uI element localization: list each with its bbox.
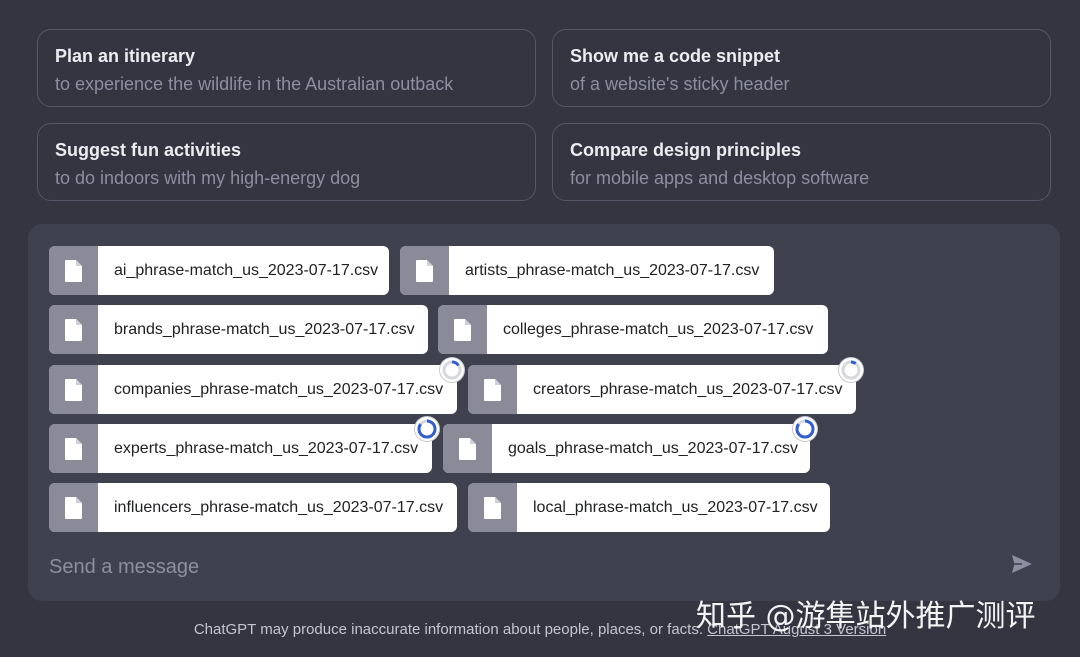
- file-name: creators_phrase-match_us_2023-07-17.csv: [533, 380, 843, 398]
- file-name: ai_phrase-match_us_2023-07-17.csv: [114, 261, 379, 279]
- message-input[interactable]: [49, 552, 949, 582]
- file-attachment[interactable]: influencers_phrase-match_us_2023-07-17.c…: [49, 483, 457, 532]
- suggestion-card-itinerary[interactable]: Plan an itinerary to experience the wild…: [37, 29, 536, 107]
- suggestion-card-design[interactable]: Compare design principles for mobile app…: [552, 123, 1051, 201]
- suggestion-subtitle: to experience the wildlife in the Austra…: [55, 74, 454, 94]
- file-icon: [443, 424, 492, 473]
- file-name: brands_phrase-match_us_2023-07-17.csv: [114, 320, 415, 338]
- file-icon: [49, 365, 98, 414]
- suggestion-title: Suggest fun activities: [55, 140, 242, 160]
- file-attachment[interactable]: artists_phrase-match_us_2023-07-17.csv: [400, 246, 774, 295]
- suggestion-subtitle: for mobile apps and desktop software: [570, 168, 870, 188]
- suggestion-title: Compare design principles: [570, 140, 802, 160]
- upload-spinner-icon: [839, 358, 863, 382]
- file-name: local_phrase-match_us_2023-07-17.csv: [533, 498, 818, 516]
- file-icon: [438, 305, 487, 354]
- watermark: 知乎 @游隼站外推广测评: [696, 599, 1036, 634]
- file-attachment[interactable]: experts_phrase-match_us_2023-07-17.csv: [49, 424, 432, 473]
- file-icon: [400, 246, 449, 295]
- upload-spinner-icon: [415, 417, 439, 441]
- file-attachment[interactable]: creators_phrase-match_us_2023-07-17.csv: [468, 365, 856, 414]
- suggestion-title: Plan an itinerary: [55, 46, 196, 66]
- file-attachment[interactable]: companies_phrase-match_us_2023-07-17.csv: [49, 365, 457, 414]
- file-icon: [49, 424, 98, 473]
- suggestion-card-code-snippet[interactable]: Show me a code snippet of a website's st…: [552, 29, 1051, 107]
- suggestion-subtitle: of a website's sticky header: [570, 74, 790, 94]
- file-name: colleges_phrase-match_us_2023-07-17.csv: [503, 320, 814, 338]
- file-attachment[interactable]: brands_phrase-match_us_2023-07-17.csv: [49, 305, 428, 354]
- file-icon: [49, 483, 98, 532]
- file-name: influencers_phrase-match_us_2023-07-17.c…: [114, 498, 444, 516]
- suggestion-title: Show me a code snippet: [570, 46, 781, 66]
- disclaimer-text: ChatGPT may produce inaccurate informati…: [193, 621, 703, 638]
- file-name: artists_phrase-match_us_2023-07-17.csv: [465, 261, 760, 279]
- send-icon[interactable]: [1008, 550, 1036, 578]
- file-attachment[interactable]: ai_phrase-match_us_2023-07-17.csv: [49, 246, 389, 295]
- file-icon: [468, 365, 517, 414]
- file-name: experts_phrase-match_us_2023-07-17.csv: [114, 439, 419, 457]
- upload-spinner-icon: [793, 417, 817, 441]
- file-attachment[interactable]: goals_phrase-match_us_2023-07-17.csv: [443, 424, 810, 473]
- file-icon: [49, 246, 98, 295]
- file-attachment[interactable]: colleges_phrase-match_us_2023-07-17.csv: [438, 305, 828, 354]
- file-name: goals_phrase-match_us_2023-07-17.csv: [508, 439, 798, 457]
- upload-spinner-icon: [440, 358, 464, 382]
- suggestion-card-activities[interactable]: Suggest fun activities to do indoors wit…: [37, 123, 536, 201]
- suggestion-subtitle: to do indoors with my high-energy dog: [55, 168, 361, 188]
- file-icon: [468, 483, 517, 532]
- file-attachment[interactable]: local_phrase-match_us_2023-07-17.csv: [468, 483, 830, 532]
- file-name: companies_phrase-match_us_2023-07-17.csv: [114, 380, 444, 398]
- file-icon: [49, 305, 98, 354]
